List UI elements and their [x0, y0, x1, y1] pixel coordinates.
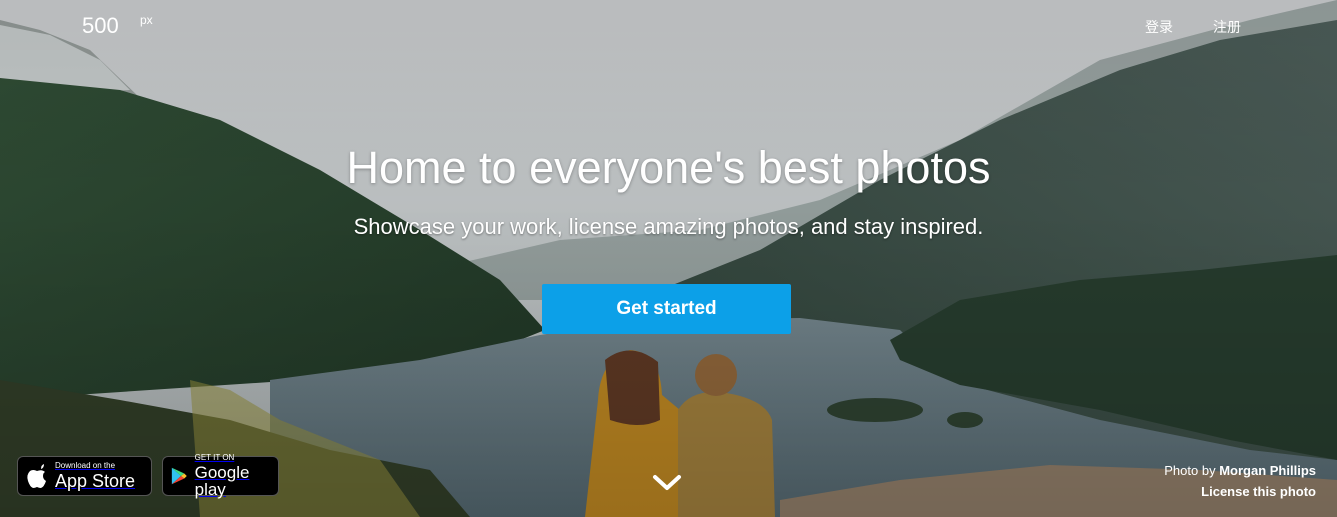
hero-subheadline: Showcase your work, license amazing phot… — [353, 214, 984, 239]
google-play-small-text: GET IT ON — [194, 453, 235, 462]
hero-headline: Home to everyone's best photos — [346, 142, 991, 193]
app-store-small-text: Download on the — [55, 461, 116, 470]
hero-overlay — [0, 0, 1337, 517]
photo-credit: Photo by Morgan Phillips License this ph… — [1164, 460, 1316, 502]
hero-section: 500 px 登录 注册 Home to everyone's best pho… — [0, 0, 1337, 517]
photographer-link[interactable]: Morgan Phillips — [1219, 463, 1316, 478]
license-photo-link[interactable]: License this photo — [1164, 481, 1316, 502]
top-nav: 登录 注册 — [1145, 17, 1241, 37]
app-store-label: App Store — [55, 471, 136, 491]
chevron-down-icon[interactable] — [652, 473, 682, 493]
get-started-button[interactable]: Get started — [542, 284, 791, 334]
signup-link[interactable]: 注册 — [1213, 17, 1241, 37]
apple-icon — [27, 464, 46, 488]
google-play-badge[interactable]: GET IT ON Google play — [162, 453, 279, 499]
photo-credit-prefix: Photo by — [1164, 463, 1216, 478]
logo-superscript: px — [140, 13, 153, 27]
google-play-label: Google play — [194, 463, 250, 499]
500px-logo[interactable]: 500 px — [82, 13, 166, 39]
app-store-badge[interactable]: Download on the App Store — [17, 456, 152, 496]
google-play-icon — [171, 467, 187, 485]
logo-text: 500 — [82, 13, 119, 38]
login-link[interactable]: 登录 — [1145, 17, 1173, 37]
